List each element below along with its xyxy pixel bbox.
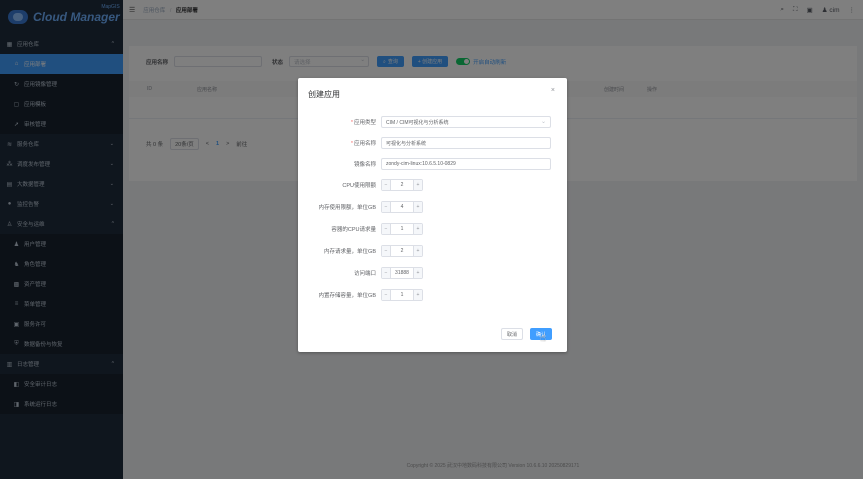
decrement-button[interactable]: − bbox=[382, 268, 391, 278]
form-row-port: 访问端口 − 31888 + bbox=[298, 267, 567, 279]
app-name-input[interactable]: 可视化与分析系统 bbox=[381, 137, 551, 149]
form-row-app-name: *应用名称 可视化与分析系统 bbox=[298, 137, 567, 149]
decrement-button[interactable]: − bbox=[382, 224, 391, 234]
mem-limit-value[interactable]: 4 bbox=[391, 204, 413, 210]
image-label: 镜像名称 bbox=[353, 162, 376, 168]
decrement-button[interactable]: − bbox=[382, 180, 391, 190]
decrement-button[interactable]: − bbox=[382, 246, 391, 256]
increment-button[interactable]: + bbox=[413, 290, 422, 300]
cpu-limit-label: CPU使用限额 bbox=[342, 183, 376, 189]
close-icon[interactable]: × bbox=[551, 87, 555, 94]
mem-limit-stepper: − 4 + bbox=[381, 201, 423, 213]
cpu-limit-value[interactable]: 2 bbox=[391, 182, 413, 188]
cancel-button[interactable]: 取消 bbox=[501, 328, 523, 340]
form-row-mem-limit: 内存使用限额，单位GB − 4 + bbox=[298, 201, 567, 213]
port-value[interactable]: 31888 bbox=[391, 270, 413, 276]
required-mark: * bbox=[350, 141, 353, 147]
cpu-limit-stepper: − 2 + bbox=[381, 179, 423, 191]
mem-request-stepper: − 2 + bbox=[381, 245, 423, 257]
app-type-label: *应用类型 bbox=[298, 118, 381, 126]
app-name-label: *应用名称 bbox=[298, 139, 381, 147]
app-name-label-text: 应用名称 bbox=[353, 141, 376, 147]
form-row-cpu-request: 容器的CPU请求量 − 1 + bbox=[298, 223, 567, 235]
cpu-request-stepper: − 1 + bbox=[381, 223, 423, 235]
port-stepper: − 31888 + bbox=[381, 267, 423, 279]
increment-button[interactable]: + bbox=[413, 202, 422, 212]
increment-button[interactable]: + bbox=[413, 180, 422, 190]
storage-value[interactable]: 1 bbox=[391, 292, 413, 298]
cpu-request-label: 容器的CPU请求量 bbox=[331, 227, 376, 233]
form-row-app-type: *应用类型 CIM / CIM可视化与分析系统 bbox=[298, 116, 567, 128]
cpu-request-value[interactable]: 1 bbox=[391, 226, 413, 232]
mem-limit-label: 内存使用限额，单位GB bbox=[318, 205, 376, 211]
storage-stepper: − 1 + bbox=[381, 289, 423, 301]
dialog-title: 创建应用 bbox=[308, 90, 340, 99]
mem-request-label: 内存请求量，单位GB bbox=[324, 249, 376, 255]
increment-button[interactable]: + bbox=[413, 246, 422, 256]
mem-request-value[interactable]: 2 bbox=[391, 248, 413, 254]
increment-button[interactable]: + bbox=[413, 268, 422, 278]
port-label: 访问端口 bbox=[353, 271, 376, 277]
form-row-image: 镜像名称 zondy-cim-linux:10.6.5.10-0829 bbox=[298, 158, 567, 170]
increment-button[interactable]: + bbox=[413, 224, 422, 234]
app-type-select[interactable]: CIM / CIM可视化与分析系统 bbox=[381, 116, 551, 128]
decrement-button[interactable]: − bbox=[382, 202, 391, 212]
required-mark: * bbox=[350, 120, 353, 126]
form-row-cpu-limit: CPU使用限额 − 2 + bbox=[298, 179, 567, 191]
form-row-mem-request: 内存请求量，单位GB − 2 + bbox=[298, 245, 567, 257]
storage-label: 内置存储容量，单位GB bbox=[318, 293, 376, 299]
app-type-label-text: 应用类型 bbox=[353, 120, 376, 126]
image-input[interactable]: zondy-cim-linux:10.6.5.10-0829 bbox=[381, 158, 551, 170]
decrement-button[interactable]: − bbox=[382, 290, 391, 300]
hand-cursor-icon: ☝ bbox=[540, 333, 547, 344]
create-app-dialog: 创建应用 × *应用类型 CIM / CIM可视化与分析系统 *应用名称 可视化… bbox=[298, 78, 567, 352]
form-row-storage: 内置存储容量，单位GB − 1 + bbox=[298, 289, 567, 301]
